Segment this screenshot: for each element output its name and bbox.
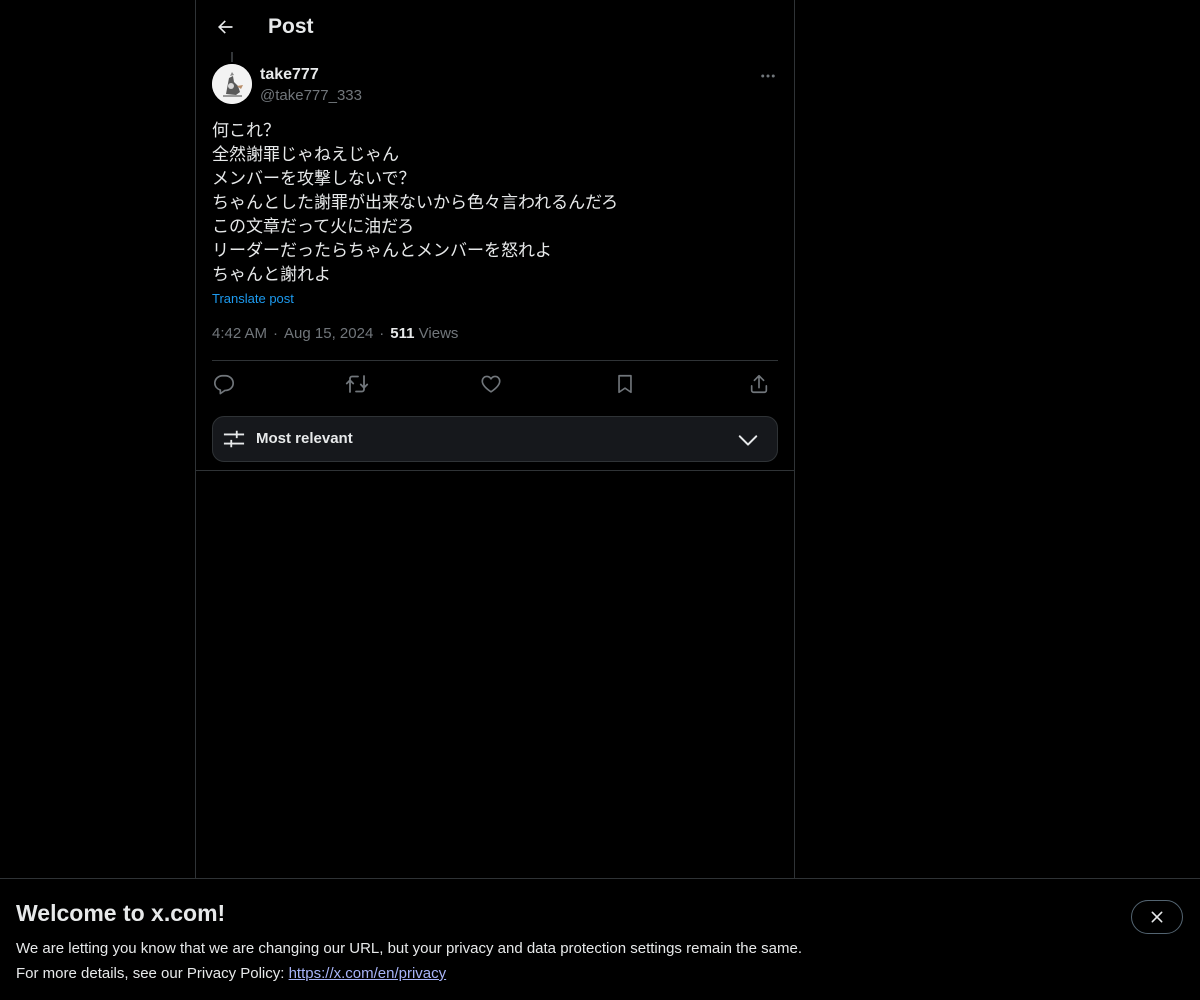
sliders-icon (223, 430, 245, 448)
section-divider (196, 470, 794, 471)
views-count: 511 (390, 325, 415, 342)
close-icon (1151, 911, 1163, 923)
heart-icon (481, 375, 501, 393)
banner-line: We are letting you know that we are chan… (16, 940, 802, 957)
main-column: Post take777 @take777_333 何これ？ 全然謝罪じゃねえじ… (195, 0, 795, 1000)
speech-bubble-icon (214, 374, 234, 395)
action-bar (212, 366, 778, 402)
post-text-line: ちゃんと謝れよ (212, 265, 331, 284)
reply-button[interactable] (212, 372, 236, 396)
avatar-image (212, 64, 252, 104)
post-text-line: メンバーを攻撃しないで？ (212, 169, 416, 188)
meta-separator: · (379, 325, 385, 342)
post-date[interactable]: Aug 15, 2024 (284, 325, 373, 342)
post-text-line: リーダーだったらちゃんとメンバーを怒れよ (212, 241, 552, 260)
chevron-down-icon (738, 435, 758, 446)
repost-arrows-icon (345, 375, 369, 393)
post-meta: 4:42 AM · Aug 15, 2024 · 511 Views (212, 324, 458, 344)
post-text-line: ちゃんとした謝罪が出来ないから色々言われるんだろ (212, 193, 619, 212)
reply-sort-selector[interactable]: Most relevant (212, 416, 778, 462)
post-text-line: 何これ？ (212, 121, 280, 140)
page-header: Post (196, 0, 794, 53)
translate-post-link[interactable]: Translate post (212, 290, 294, 308)
post-text-line: 全然謝罪じゃねえじゃん (212, 145, 399, 164)
page-title: Post (268, 15, 314, 38)
author-display-name[interactable]: take777 (260, 65, 319, 85)
thread-line (231, 52, 233, 62)
meta-separator: · (273, 325, 279, 342)
bookmark-icon (618, 374, 632, 394)
post-text-line: この文章だって火に油だろ (212, 217, 415, 236)
ellipsis-icon (761, 74, 775, 78)
banner-line: For more details, see our Privacy Policy… (16, 961, 802, 986)
avatar[interactable] (212, 64, 252, 104)
author-handle[interactable]: @take777_333 (260, 86, 362, 106)
welcome-banner: Welcome to x.com! We are letting you kno… (0, 878, 1200, 1000)
share-upload-icon (750, 374, 768, 394)
more-options-button[interactable] (756, 64, 780, 88)
like-button[interactable] (479, 372, 503, 396)
bookmark-button[interactable] (613, 372, 637, 396)
sort-label: Most relevant (256, 430, 353, 447)
arrow-left-icon (218, 20, 233, 34)
post-time[interactable]: 4:42 AM (212, 325, 267, 342)
close-banner-button[interactable] (1131, 900, 1183, 934)
post-text: 何これ？ 全然謝罪じゃねえじゃん メンバーを攻撃しないで？ ちゃんとした謝罪が出… (212, 119, 778, 287)
back-button[interactable] (208, 10, 242, 44)
repost-button[interactable] (345, 372, 369, 396)
page: Post take777 @take777_333 何これ？ 全然謝罪じゃねえじ… (0, 0, 1200, 1000)
privacy-policy-link[interactable]: https://x.com/en/privacy (289, 965, 447, 982)
actions-divider (212, 360, 778, 361)
share-button[interactable] (747, 372, 771, 396)
banner-line-prefix: For more details, see our Privacy Policy… (16, 965, 289, 982)
views-label: Views (418, 325, 459, 342)
banner-title: Welcome to x.com! (16, 900, 226, 926)
banner-text: We are letting you know that we are chan… (16, 936, 802, 986)
